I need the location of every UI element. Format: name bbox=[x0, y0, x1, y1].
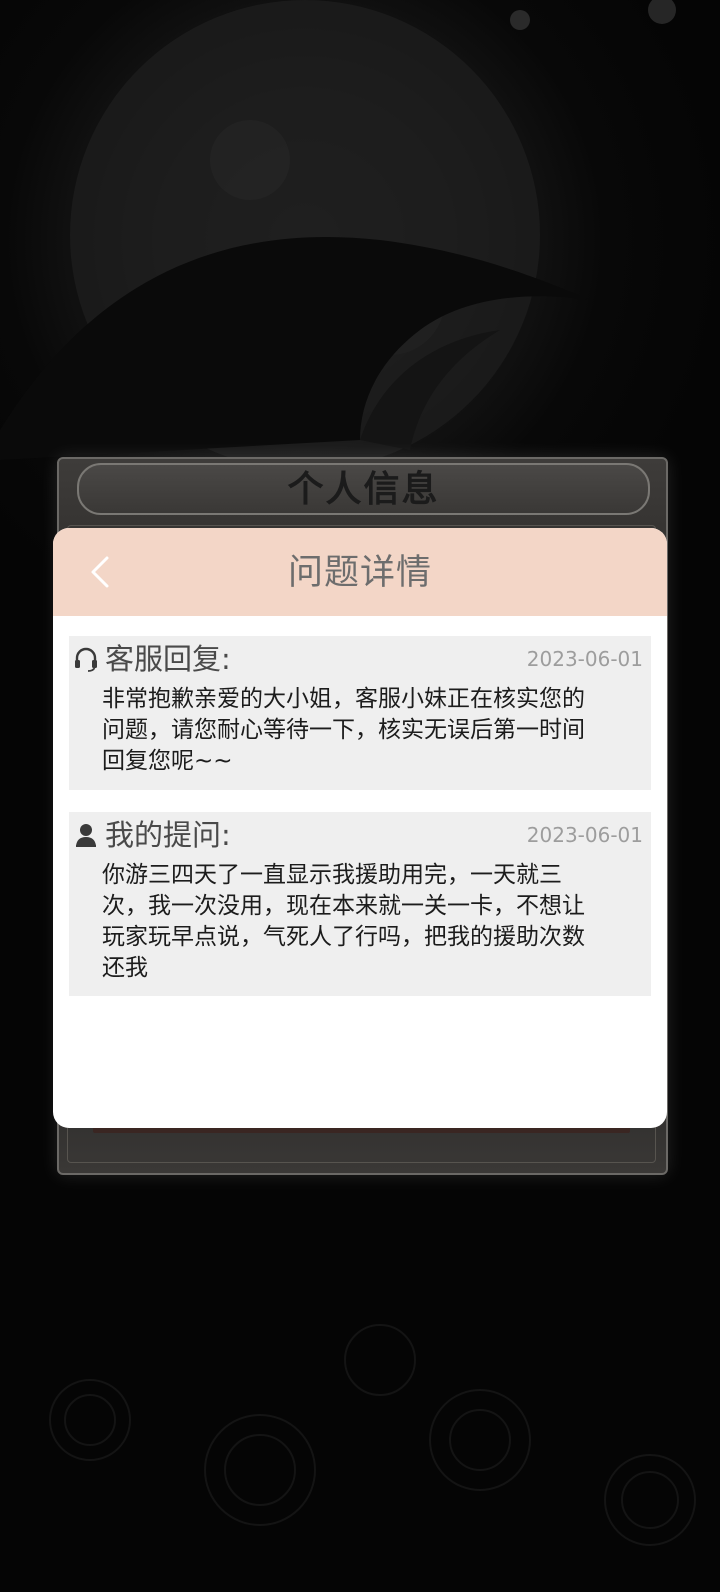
reply-card: 客服回复: 2023-06-01 非常抱歉亲爱的大小姐，客服小妹正在核实您的问题… bbox=[69, 636, 651, 790]
reply-body: 非常抱歉亲爱的大小姐，客服小妹正在核实您的问题，请您耐心等待一下，核实无误后第一… bbox=[102, 686, 585, 774]
back-button[interactable] bbox=[73, 544, 129, 600]
question-card: 我的提问: 2023-06-01 你游三四天了一直显示我援助用完，一天就三次，我… bbox=[69, 812, 651, 996]
panel-title: 个人信息 bbox=[287, 468, 440, 510]
question-label: 我的提问: bbox=[105, 818, 231, 852]
panel-title-bar: 个人信息 bbox=[77, 463, 650, 515]
reply-label: 客服回复: bbox=[105, 642, 231, 676]
user-icon bbox=[76, 824, 96, 847]
question-detail-modal: 问题详情 客服回复: 2023-06-01 非常抱歉亲爱的大小姐，客服小妹正在核… bbox=[53, 528, 667, 1128]
question-body: 你游三四天了一直显示我援助用完，一天就三次，我一次没用，现在本来就一关一卡，不想… bbox=[102, 862, 585, 981]
headset-icon bbox=[75, 647, 97, 672]
chevron-left-icon bbox=[91, 556, 109, 588]
modal-title: 问题详情 bbox=[287, 553, 432, 593]
modal-header: 问题详情 bbox=[53, 528, 667, 616]
question-date: 2023-06-01 bbox=[526, 823, 643, 847]
reply-date: 2023-06-01 bbox=[526, 647, 643, 671]
